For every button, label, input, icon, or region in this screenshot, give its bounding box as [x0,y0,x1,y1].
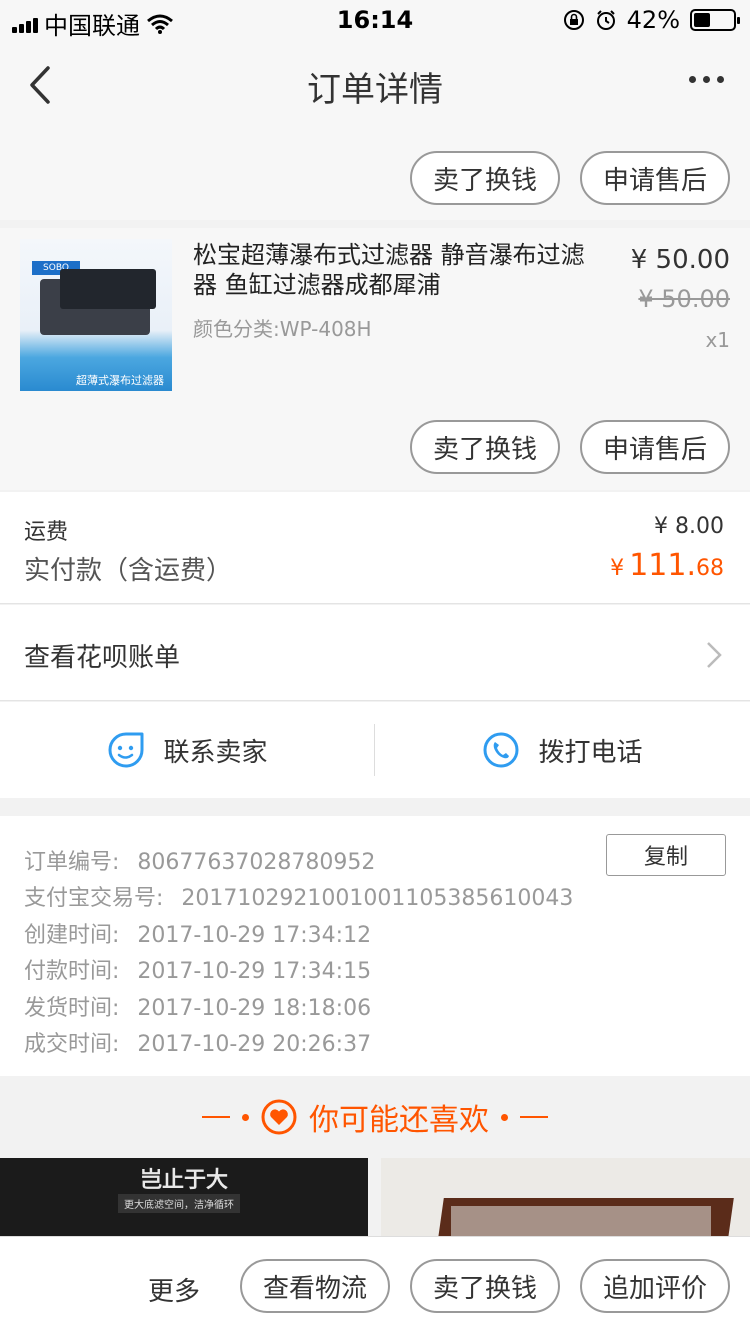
paid-time-key: 付款时间: [24,959,120,984]
chat-smile-icon [109,732,144,768]
contact-seller-button[interactable]: 联系卖家 [0,702,375,798]
order-number-value: 80677637028780952 [137,850,376,875]
bottom-sell-button[interactable]: 卖了换钱 [410,1259,560,1313]
call-button[interactable]: 拨打电话 [375,702,750,798]
recommend-item-2[interactable] [381,1158,750,1238]
call-label: 拨打电话 [538,737,643,768]
contact-row: 联系卖家 拨打电话 [0,702,750,798]
fee-section: 运费 ¥ 8.00 实付款（含运费） ¥ 111.68 [0,492,750,604]
recommend-title: 你可能还喜欢 [309,1103,489,1138]
decor-line-right [520,1116,548,1118]
paid-label: 实付款（含运费） [24,556,233,586]
shipped-time-key: 发货时间: [24,996,120,1021]
created-time-value: 2017-10-29 17:34:12 [137,923,372,948]
decor-dot-left [242,1113,249,1121]
bottom-action-bar: 更多 查看物流 卖了换钱 追加评价 [0,1236,750,1334]
paid-integer: 111. [629,548,696,583]
view-logistics-button[interactable]: 查看物流 [240,1259,390,1313]
created-time-row: 创建时间: 2017-10-29 17:34:12 [24,917,371,949]
product-thumbnail[interactable]: SOBO 超薄式瀑布过滤器 [20,239,172,391]
shipped-time-value: 2017-10-29 18:18:06 [137,996,372,1021]
alipay-trade-key: 支付宝交易号: [24,886,164,911]
paid-decimal: 68 [696,556,724,581]
created-time-key: 创建时间: [24,923,120,948]
alipay-trade-value: 2017102921001001105385610043 [181,886,574,911]
product-name[interactable]: 松宝超薄瀑布式过滤器 静音瀑布过滤器 鱼缸过滤器成都犀浦 [193,240,593,300]
deal-time-value: 2017-10-29 20:26:37 [137,1032,372,1057]
recommend-item-1-sub: 更大底滤空间，洁净循环 [118,1194,240,1213]
aquarium-glass [451,1206,711,1238]
product-spec: 颜色分类:WP-408H [193,317,372,341]
shipping-value: ¥ 8.00 [654,514,724,539]
status-right: 42% [563,6,740,34]
heart-icon [261,1099,297,1135]
rotation-lock-icon [563,10,584,30]
order-number-row: 订单编号: 80677637028780952 [24,844,375,876]
alipay-trade-row: 支付宝交易号: 2017102921001001105385610043 [24,880,573,912]
recommend-item-1-headline: 岂止于大 [140,1168,229,1193]
paid-currency: ¥ [610,556,625,581]
order-top-actions: 卖了换钱 申请售后 [0,130,750,220]
contact-seller-label: 联系卖家 [163,737,268,768]
alarm-icon [596,10,615,30]
product-price: ¥ 50.00 [630,245,730,275]
after-sale-button[interactable]: 申请售后 [580,151,730,205]
item-after-sale-button[interactable]: 申请售后 [580,420,730,474]
phone-icon [483,732,519,768]
product-quantity: x1 [705,328,730,352]
recommend-header: 你可能还喜欢 [0,1076,750,1158]
status-bar: 中国联通 16:14 42% [0,0,750,40]
shipped-time-row: 发货时间: 2017-10-29 18:18:06 [24,990,371,1022]
paid-amount: ¥ 111.68 [610,548,724,583]
nav-bar: 订单详情 [0,40,750,130]
more-button[interactable]: 更多 [148,1271,200,1308]
product-card[interactable]: SOBO 超薄式瀑布过滤器 松宝超薄瀑布式过滤器 静音瀑布过滤器 鱼缸过滤器成都… [0,228,750,490]
product-original-price: ¥ 50.00 [638,285,730,313]
shipping-label: 运费 [24,520,69,545]
battery-fill [694,13,710,27]
more-options-icon[interactable] [689,76,724,83]
battery-percent: 42% [626,6,680,34]
order-info-section: 订单编号: 80677637028780952 复制 支付宝交易号: 2017102… [0,816,750,1076]
deal-time-row: 成交时间: 2017-10-29 20:26:37 [24,1026,371,1058]
huabei-bill-row[interactable]: 查看花呗账单 [0,605,750,701]
paid-time-row: 付款时间: 2017-10-29 17:34:15 [24,953,371,985]
order-number-key: 订单编号: [24,850,120,875]
battery-icon [690,9,740,31]
thumb-caption: 超薄式瀑布过滤器 [76,374,164,387]
item-sell-button[interactable]: 卖了换钱 [410,420,560,474]
copy-button[interactable]: 复制 [606,834,726,876]
huabei-label: 查看花呗账单 [24,643,181,673]
page-title: 订单详情 [307,70,443,110]
decor-line-left [202,1116,230,1118]
recommend-item-1[interactable]: 岂止于大 更大底滤空间，洁净循环 [0,1158,368,1238]
sell-button[interactable]: 卖了换钱 [410,151,560,205]
add-review-button[interactable]: 追加评价 [580,1259,730,1313]
deal-time-key: 成交时间: [24,1032,120,1057]
chevron-right-icon [707,642,722,668]
decor-dot-right [501,1113,508,1121]
paid-time-value: 2017-10-29 17:34:15 [137,959,372,984]
